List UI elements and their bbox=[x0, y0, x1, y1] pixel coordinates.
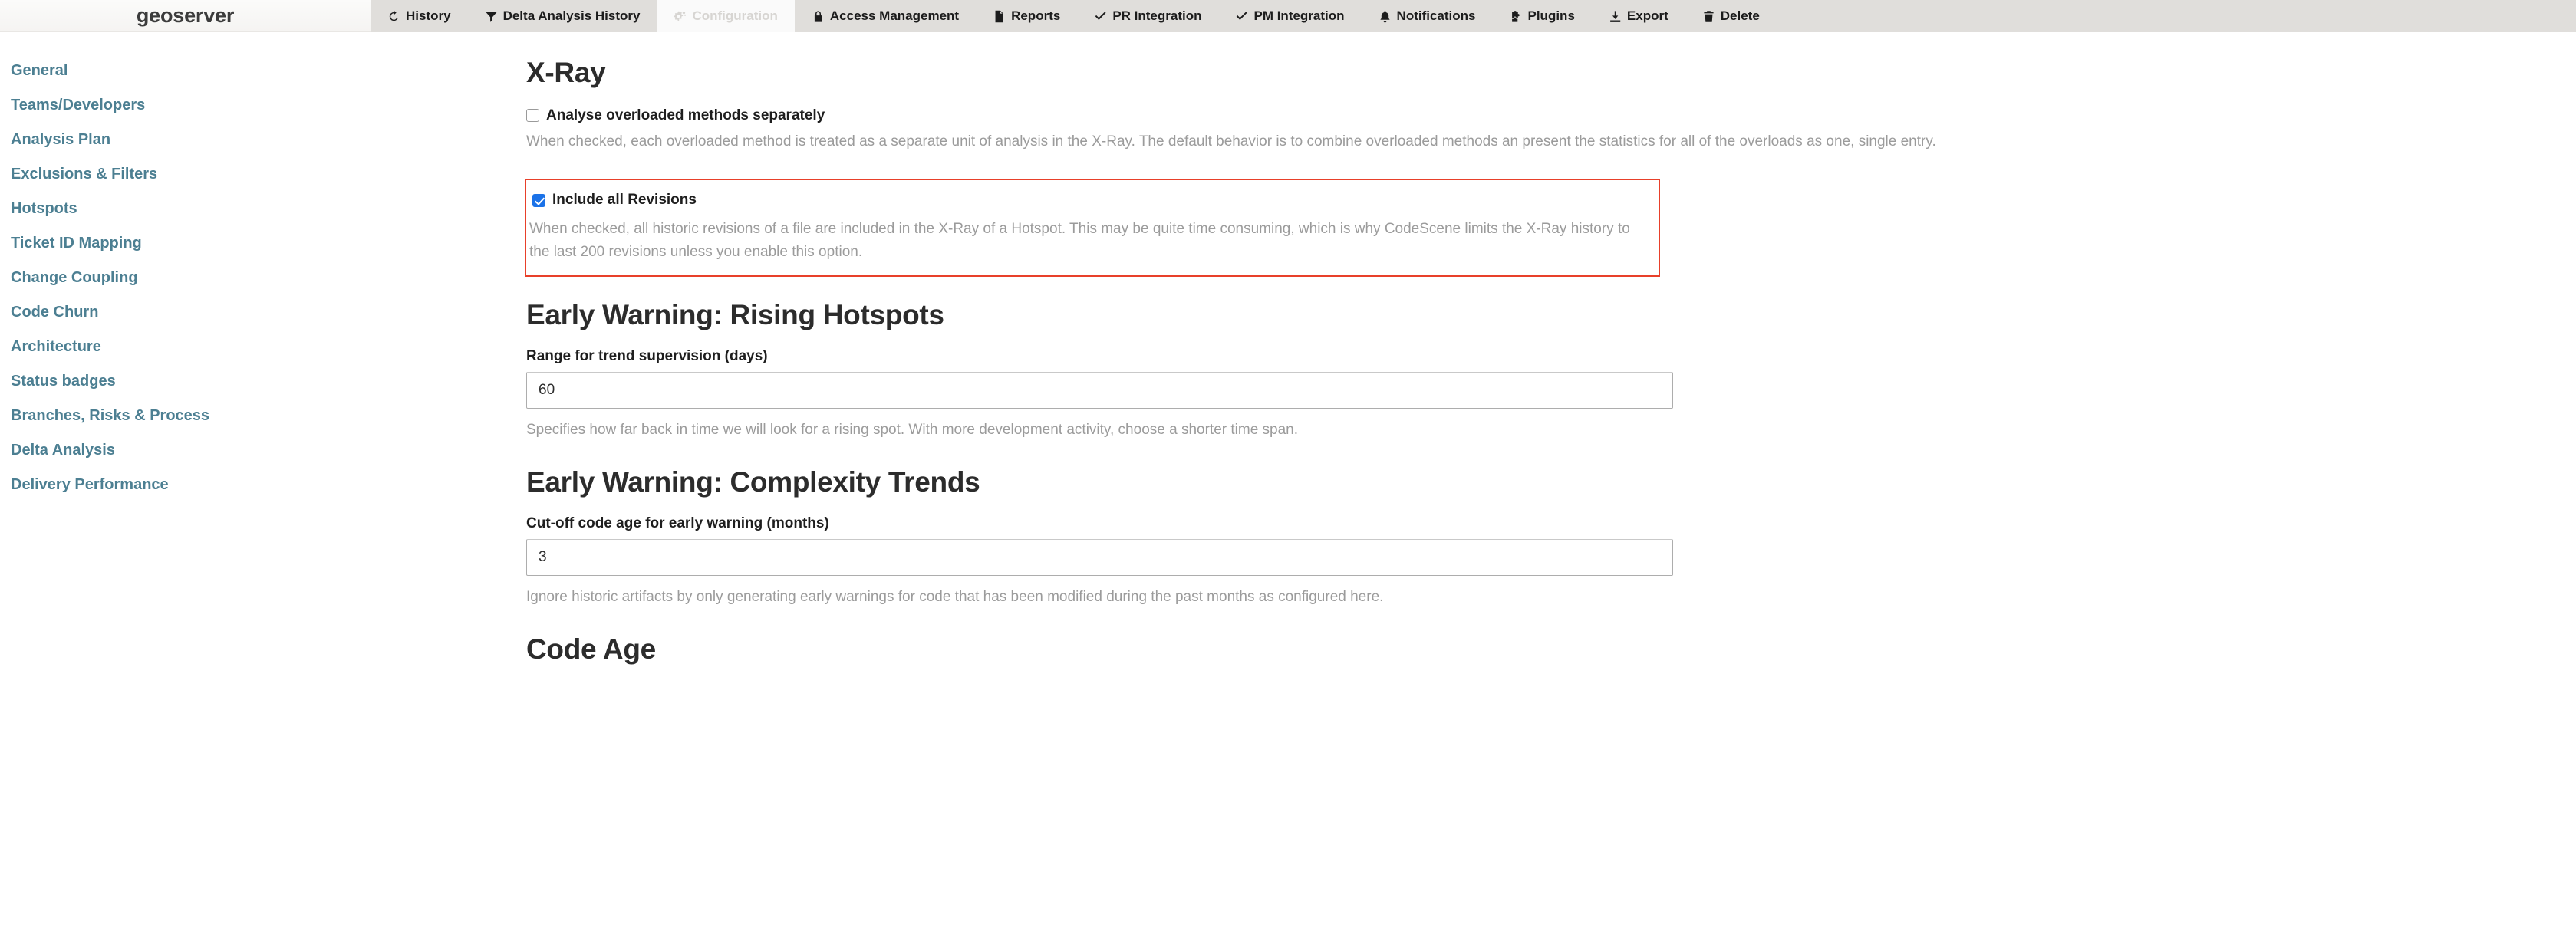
nav-item-history[interactable]: History bbox=[371, 0, 468, 32]
analyse-overloaded-methods-label[interactable]: Analyse overloaded methods separately bbox=[546, 107, 825, 124]
configuration-content: X-Ray Analyse overloaded methods separat… bbox=[371, 32, 2576, 937]
nav-item-delete[interactable]: Delete bbox=[1685, 0, 1777, 32]
nav-item-notifications[interactable]: Notifications bbox=[1362, 0, 1493, 32]
section-title-rising-hotspots: Early Warning: Rising Hotspots bbox=[526, 299, 944, 330]
include-all-revisions-helper: When checked, all historic revisions of … bbox=[529, 221, 1630, 260]
nav-item-export[interactable]: Export bbox=[1592, 0, 1685, 32]
sidebar-item-status-badges[interactable]: Status badges bbox=[0, 364, 371, 399]
funnel-icon bbox=[485, 10, 498, 23]
nav-item-delta-analysis-history[interactable]: Delta Analysis History bbox=[468, 0, 657, 32]
sidebar-item-label: Delivery Performance bbox=[11, 476, 169, 493]
sidebar-item-general[interactable]: General bbox=[0, 54, 371, 88]
sidebar-item-delta-analysis[interactable]: Delta Analysis bbox=[0, 433, 371, 468]
include-all-revisions-label[interactable]: Include all Revisions bbox=[552, 192, 697, 209]
trash-icon bbox=[1702, 10, 1715, 23]
sidebar-item-change-coupling[interactable]: Change Coupling bbox=[0, 261, 371, 295]
main-nav: History Delta Analysis History Configurati… bbox=[371, 0, 2576, 32]
include-all-revisions-highlight-box: Include all Revisions When checked, all … bbox=[525, 179, 1660, 277]
include-all-revisions-row[interactable]: Include all Revisions bbox=[532, 192, 1657, 209]
sidebar-item-ticket-id-mapping[interactable]: Ticket ID Mapping bbox=[0, 226, 371, 261]
range-trend-supervision-input[interactable] bbox=[526, 371, 1673, 409]
page-title-xray: X-Ray bbox=[526, 57, 606, 88]
document-icon bbox=[993, 10, 1006, 23]
nav-item-label: Reports bbox=[1011, 8, 1061, 23]
cutoff-code-age-label: Cut-off code age for early warning (mont… bbox=[526, 515, 829, 531]
sidebar-item-label: Delta Analysis bbox=[11, 442, 115, 459]
gears-icon bbox=[674, 10, 687, 23]
nav-item-access-management[interactable]: Access Management bbox=[795, 0, 976, 32]
nav-item-label: PM Integration bbox=[1253, 8, 1345, 23]
cutoff-code-age-input[interactable] bbox=[526, 538, 1673, 576]
sidebar-item-label: Change Coupling bbox=[11, 269, 138, 286]
sidebar-item-label: General bbox=[11, 62, 68, 79]
top-navigation-bar: geoserver History Delta Analysis History C… bbox=[0, 0, 2576, 32]
puzzle-icon bbox=[1510, 10, 1523, 23]
nav-item-label: Plugins bbox=[1527, 8, 1575, 23]
app-brand-logo: geoserver bbox=[136, 4, 235, 27]
check-icon bbox=[1235, 10, 1248, 23]
range-trend-supervision-label: Range for trend supervision (days) bbox=[526, 347, 768, 364]
sidebar-item-label: Hotspots bbox=[11, 200, 77, 217]
sidebar-item-branches-risks-process[interactable]: Branches, Risks & Process bbox=[0, 399, 371, 433]
nav-item-label: Delta Analysis History bbox=[502, 8, 641, 23]
sidebar-item-architecture[interactable]: Architecture bbox=[0, 330, 371, 364]
sidebar-item-delivery-performance[interactable]: Delivery Performance bbox=[0, 468, 371, 502]
nav-item-label: Export bbox=[1626, 8, 1668, 23]
nav-item-pr-integration[interactable]: PR Integration bbox=[1077, 0, 1218, 32]
bell-icon bbox=[1379, 10, 1392, 23]
nav-item-plugins[interactable]: Plugins bbox=[1493, 0, 1592, 32]
range-trend-supervision-helper: Specifies how far back in time we will l… bbox=[526, 421, 1299, 438]
nav-item-label: Notifications bbox=[1396, 8, 1476, 23]
page-body: General Teams/Developers Analysis Plan Excl… bbox=[0, 32, 2576, 937]
include-all-revisions-checkbox[interactable] bbox=[532, 193, 545, 207]
nav-item-label: PR Integration bbox=[1112, 8, 1202, 23]
sidebar-item-teams-developers[interactable]: Teams/Developers bbox=[0, 88, 371, 123]
analyse-overloaded-methods-checkbox[interactable] bbox=[526, 109, 539, 123]
sidebar-item-exclusions-filters[interactable]: Exclusions & Filters bbox=[0, 157, 371, 192]
sidebar-item-label: Architecture bbox=[11, 338, 101, 355]
configuration-sidebar: General Teams/Developers Analysis Plan Excl… bbox=[0, 32, 371, 937]
nav-item-configuration[interactable]: Configuration bbox=[657, 0, 795, 32]
sidebar-item-label: Teams/Developers bbox=[11, 97, 146, 113]
analyse-overloaded-methods-row[interactable]: Analyse overloaded methods separately bbox=[526, 107, 2539, 124]
nav-item-label: History bbox=[406, 8, 451, 23]
history-icon bbox=[387, 10, 400, 23]
sidebar-item-code-churn[interactable]: Code Churn bbox=[0, 295, 371, 330]
download-icon bbox=[1609, 10, 1622, 23]
nav-item-reports[interactable]: Reports bbox=[976, 0, 1077, 32]
lock-icon bbox=[812, 10, 825, 23]
nav-item-label: Delete bbox=[1720, 8, 1760, 23]
sidebar-item-hotspots[interactable]: Hotspots bbox=[0, 192, 371, 226]
analyse-overloaded-methods-helper: When checked, each overloaded method is … bbox=[526, 133, 1936, 150]
sidebar-item-label: Ticket ID Mapping bbox=[11, 235, 142, 252]
section-title-code-age: Code Age bbox=[526, 633, 656, 666]
sidebar-item-label: Analysis Plan bbox=[11, 131, 111, 148]
brand-cell: geoserver bbox=[0, 0, 371, 32]
sidebar-item-label: Status badges bbox=[11, 373, 116, 390]
nav-item-pm-integration[interactable]: PM Integration bbox=[1218, 0, 1361, 32]
sidebar-item-label: Exclusions & Filters bbox=[11, 166, 158, 182]
nav-item-label: Access Management bbox=[829, 8, 960, 23]
nav-item-label: Configuration bbox=[692, 8, 778, 23]
sidebar-item-label: Code Churn bbox=[11, 304, 99, 321]
cutoff-code-age-helper: Ignore historic artifacts by only genera… bbox=[526, 588, 1384, 605]
section-title-complexity-trends: Early Warning: Complexity Trends bbox=[526, 466, 980, 498]
sidebar-item-analysis-plan[interactable]: Analysis Plan bbox=[0, 123, 371, 157]
check-icon bbox=[1094, 10, 1107, 23]
sidebar-item-label: Branches, Risks & Process bbox=[11, 407, 210, 424]
